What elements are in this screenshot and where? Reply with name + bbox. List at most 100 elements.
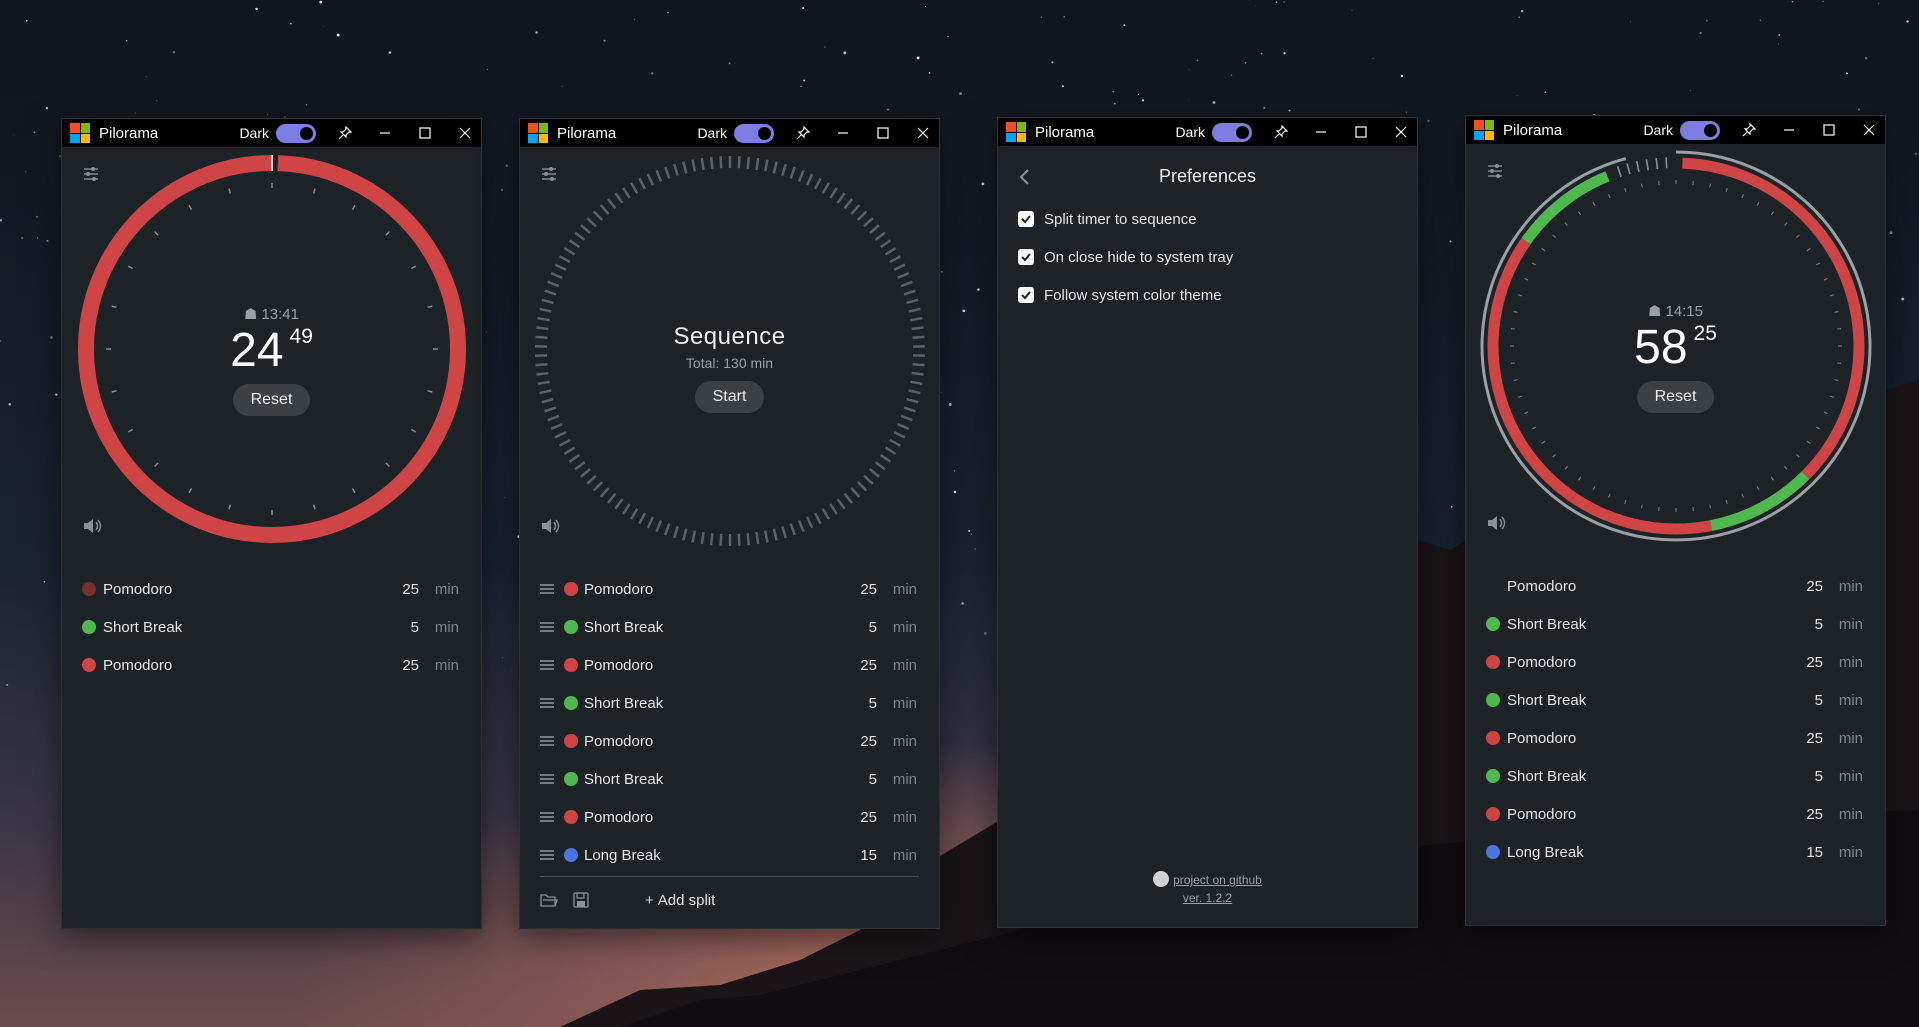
list-item[interactable]: Pomodoro 25 min <box>62 646 481 684</box>
minimize-icon[interactable] <box>375 123 395 143</box>
checkbox[interactable] <box>1018 249 1034 265</box>
split-name[interactable]: Pomodoro <box>584 733 653 750</box>
list-item[interactable]: Long Break 15 min <box>520 836 939 874</box>
split-duration[interactable]: 15 <box>860 847 877 864</box>
list-item[interactable]: Pomodoro 25 min <box>520 570 939 608</box>
split-duration[interactable]: 25 <box>860 581 877 598</box>
color-dot[interactable] <box>1486 731 1500 745</box>
title-bar[interactable]: Pilorama Dark <box>998 118 1417 146</box>
close-icon[interactable] <box>1391 122 1411 142</box>
split-name[interactable]: Short Break <box>584 695 663 712</box>
split-duration[interactable]: 25 <box>860 733 877 750</box>
close-icon[interactable] <box>913 123 933 143</box>
pin-icon[interactable] <box>335 123 355 143</box>
settings-sliders-icon[interactable] <box>82 165 100 183</box>
split-timer-option[interactable]: Split timer to sequence <box>1018 209 1197 229</box>
list-item[interactable]: Pomodoro 25 min <box>1466 795 1885 833</box>
settings-sliders-icon[interactable] <box>540 165 558 183</box>
color-dot[interactable] <box>1486 693 1500 707</box>
list-item[interactable]: Pomodoro 25 min <box>62 570 481 608</box>
split-duration[interactable]: 25 <box>860 809 877 826</box>
split-name[interactable]: Short Break <box>1507 768 1586 785</box>
color-dot[interactable] <box>564 810 578 824</box>
split-duration[interactable]: 5 <box>1815 616 1823 633</box>
list-item[interactable]: Pomodoro 25 min <box>520 798 939 836</box>
split-duration[interactable]: 5 <box>869 695 877 712</box>
color-dot[interactable] <box>82 620 96 634</box>
split-duration[interactable]: 5 <box>1815 692 1823 709</box>
split-duration[interactable]: 25 <box>402 581 419 598</box>
reset-button[interactable]: Reset <box>232 384 311 416</box>
split-name[interactable]: Pomodoro <box>1507 578 1576 595</box>
sound-icon[interactable] <box>82 517 104 535</box>
pin-icon[interactable] <box>1739 120 1759 140</box>
add-split-button[interactable]: + Add split <box>645 892 715 909</box>
split-duration[interactable]: 5 <box>869 619 877 636</box>
list-item[interactable]: Pomodoro 25 min <box>520 646 939 684</box>
drag-handle-icon[interactable] <box>540 848 554 860</box>
dark-mode-toggle[interactable] <box>734 124 774 143</box>
split-duration[interactable]: 25 <box>402 657 419 674</box>
split-name[interactable]: Pomodoro <box>584 581 653 598</box>
list-item[interactable]: Pomodoro 25 min <box>520 722 939 760</box>
split-name[interactable]: Pomodoro <box>103 657 172 674</box>
split-name[interactable]: Pomodoro <box>1507 654 1576 671</box>
maximize-icon[interactable] <box>1351 122 1371 142</box>
dark-mode-toggle[interactable] <box>1680 121 1720 140</box>
drag-handle-icon[interactable] <box>540 772 554 784</box>
split-duration[interactable]: 25 <box>1806 806 1823 823</box>
drag-handle-icon[interactable] <box>540 582 554 594</box>
close-icon[interactable] <box>455 123 475 143</box>
follow-theme-option[interactable]: Follow system color theme <box>1018 285 1222 305</box>
title-bar[interactable]: Pilorama Dark <box>1466 116 1885 144</box>
title-bar[interactable]: Pilorama Dark <box>520 119 939 147</box>
pin-icon[interactable] <box>793 123 813 143</box>
list-item[interactable]: Short Break 5 min <box>62 608 481 646</box>
dark-mode-toggle[interactable] <box>1212 123 1252 142</box>
close-icon[interactable] <box>1859 120 1879 140</box>
split-name[interactable]: Pomodoro <box>584 657 653 674</box>
color-dot[interactable] <box>1486 807 1500 821</box>
color-dot[interactable] <box>564 696 578 710</box>
split-name[interactable]: Short Break <box>103 619 182 636</box>
maximize-icon[interactable] <box>415 123 435 143</box>
save-icon[interactable] <box>573 892 589 913</box>
color-dot[interactable] <box>1486 845 1500 859</box>
checkbox[interactable] <box>1018 287 1034 303</box>
split-duration[interactable]: 15 <box>1806 844 1823 861</box>
list-item[interactable]: Short Break 5 min <box>1466 757 1885 795</box>
list-item[interactable]: Short Break 5 min <box>1466 605 1885 643</box>
title-bar[interactable]: Pilorama Dark <box>62 119 481 147</box>
list-item[interactable]: Short Break 5 min <box>520 684 939 722</box>
split-duration[interactable]: 5 <box>1815 768 1823 785</box>
list-item[interactable]: Pomodoro 25 min <box>1466 643 1885 681</box>
color-dot[interactable] <box>564 620 578 634</box>
list-item[interactable]: Short Break 5 min <box>520 608 939 646</box>
split-name[interactable]: Pomodoro <box>1507 806 1576 823</box>
color-dot[interactable] <box>1486 617 1500 631</box>
pin-icon[interactable] <box>1271 122 1291 142</box>
drag-handle-icon[interactable] <box>540 810 554 822</box>
sound-icon[interactable] <box>1486 514 1508 532</box>
split-duration[interactable]: 25 <box>860 657 877 674</box>
split-duration[interactable]: 25 <box>1806 654 1823 671</box>
color-dot[interactable] <box>564 582 578 596</box>
split-name[interactable]: Pomodoro <box>103 581 172 598</box>
color-dot[interactable] <box>82 658 96 672</box>
split-name[interactable]: Short Break <box>1507 616 1586 633</box>
minimize-icon[interactable] <box>1311 122 1331 142</box>
split-duration[interactable]: 25 <box>1806 578 1823 595</box>
list-item[interactable]: Long Break 15 min <box>1466 833 1885 871</box>
folder-open-icon[interactable] <box>540 892 558 913</box>
split-duration[interactable]: 5 <box>869 771 877 788</box>
color-dot[interactable] <box>564 734 578 748</box>
list-item[interactable]: Pomodoro 25 min <box>1466 719 1885 757</box>
color-dot[interactable] <box>1486 655 1500 669</box>
color-dot[interactable] <box>564 658 578 672</box>
split-name[interactable]: Short Break <box>584 771 663 788</box>
drag-handle-icon[interactable] <box>540 696 554 708</box>
color-dot[interactable] <box>82 582 96 596</box>
color-dot[interactable] <box>564 848 578 862</box>
split-name[interactable]: Pomodoro <box>1507 730 1576 747</box>
split-name[interactable]: Short Break <box>584 619 663 636</box>
